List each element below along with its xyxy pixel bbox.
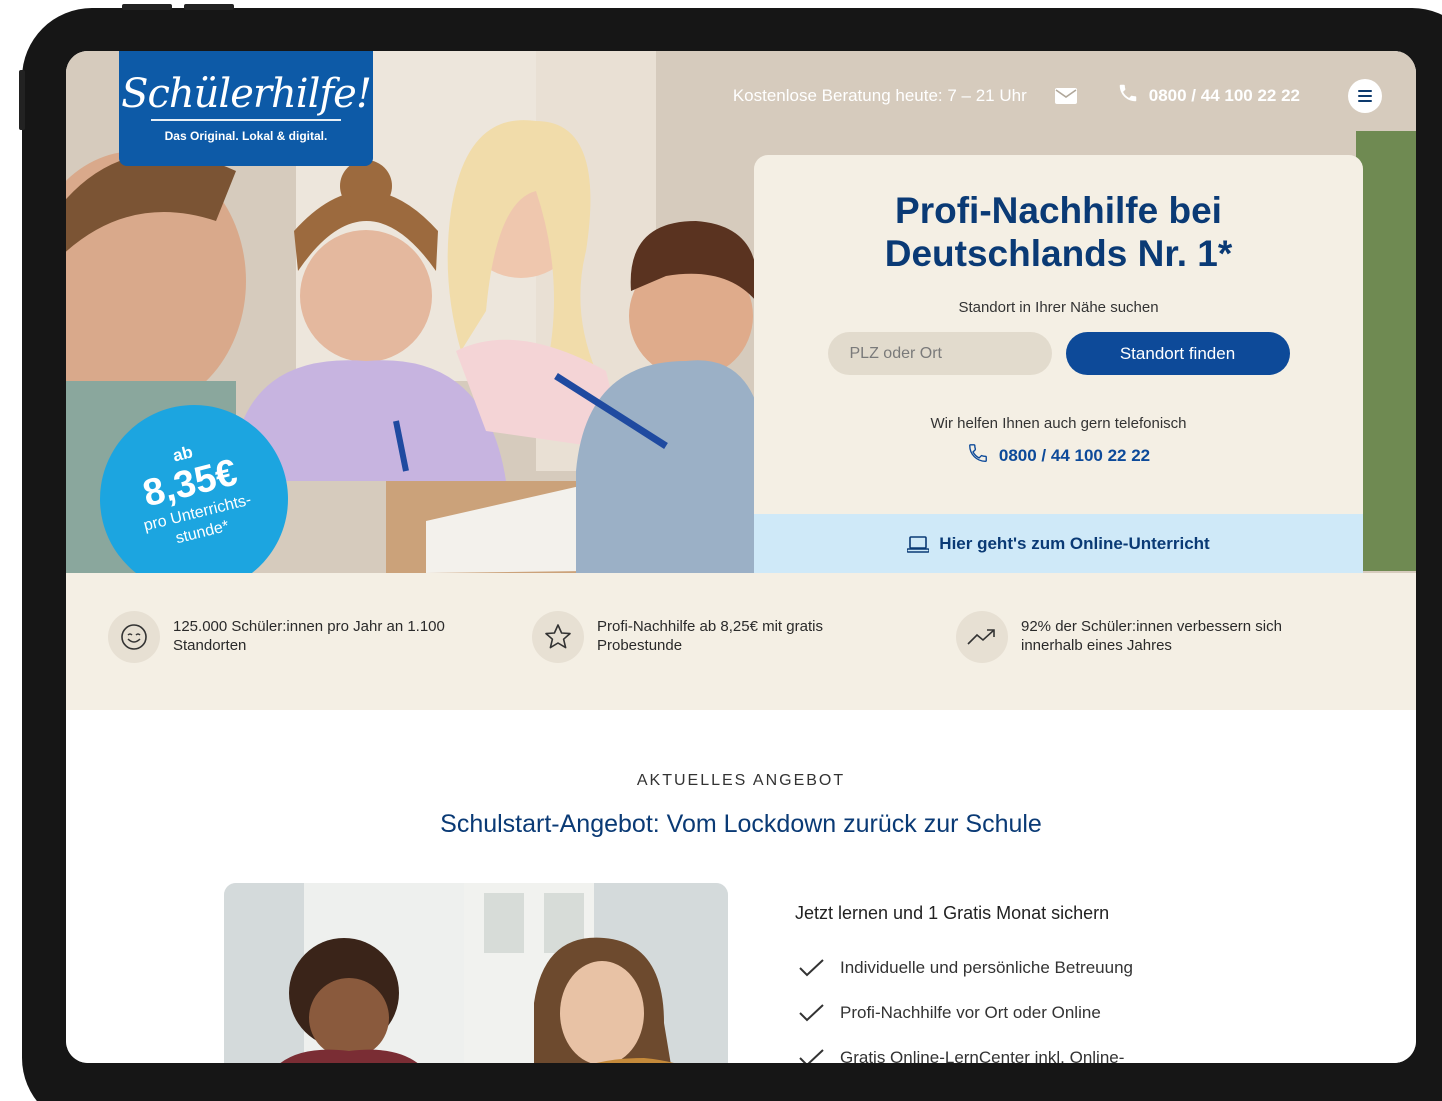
feature-text: 125.000 Schüler:innen pro Jahr an 1.100 …	[173, 618, 445, 654]
list-item: Profi-Nachhilfe vor Ort oder Online	[798, 990, 1133, 1035]
hero-section: Schülerhilfe! Das Original. Lokal & digi…	[66, 51, 1416, 573]
features-strip: 125.000 Schüler:innen pro Jahr an 1.100 …	[66, 573, 1416, 710]
help-phone-link[interactable]: 0800 / 44 100 22 22	[754, 442, 1363, 469]
top-contact-bar: Kostenlose Beratung heute: 7 – 21 Uhr 08…	[733, 79, 1416, 113]
tablet-button	[184, 4, 234, 10]
tablet-screen: Schülerhilfe! Das Original. Lokal & digi…	[66, 51, 1416, 1063]
online-lesson-label: Hier geht's zum Online-Unterricht	[939, 533, 1210, 553]
benefit-text: Individuelle und persönliche Betreuung	[840, 957, 1133, 977]
offer-title: Schulstart-Angebot: Vom Lockdown zurück …	[440, 810, 1042, 838]
mail-icon[interactable]	[1054, 88, 1077, 104]
phone-outline-icon	[967, 442, 989, 469]
consult-hours-text: Kostenlose Beratung heute: 7 – 21 Uhr	[732, 86, 1027, 105]
feature-text: Profi-Nachhilfe ab 8,25€ mit gratis Prob…	[597, 618, 823, 654]
logo-tagline: Das Original. Lokal & digital.	[164, 129, 328, 143]
laptop-icon	[906, 536, 930, 553]
offer-list-title: Jetzt lernen und 1 Gratis Monat sichern	[795, 903, 1110, 923]
offer-section: AKTUELLES ANGEBOT Schulstart-Angebot: Vo…	[66, 710, 1416, 1063]
star-icon	[532, 611, 584, 663]
location-search-card: Profi-Nachhilfe bei Deutschlands Nr. 1* …	[754, 155, 1363, 573]
phone-icon	[1117, 82, 1139, 110]
tablet-button	[19, 70, 25, 130]
feature-item: 125.000 Schüler:innen pro Jahr an 1.100 …	[108, 611, 532, 710]
header-phone-number: 0800 / 44 100 22 22	[1148, 86, 1300, 105]
logo-wordmark: Schülerhilfe!	[119, 51, 373, 121]
search-row: Standort finden	[754, 332, 1363, 375]
location-search-input[interactable]	[827, 332, 1052, 375]
page: Schülerhilfe! Das Original. Lokal & digi…	[0, 0, 1442, 1101]
checkmark-icon	[798, 958, 826, 978]
hamburger-menu-icon[interactable]	[1348, 79, 1382, 113]
checkmark-icon	[798, 1048, 826, 1063]
header-phone-link[interactable]: 0800 / 44 100 22 22	[1117, 82, 1300, 110]
offer-eyebrow: AKTUELLES ANGEBOT	[636, 772, 846, 789]
benefit-text: Profi-Nachhilfe vor Ort oder Online	[840, 1002, 1101, 1022]
tablet-button	[122, 4, 172, 10]
benefit-text: Gratis Online-LernCenter inkl. Online-	[840, 1047, 1125, 1064]
offer-benefits-list: Individuelle und persönliche Betreuung P…	[798, 945, 1133, 1063]
feature-item: 92% der Schüler:innen verbessern sich in…	[956, 611, 1380, 710]
trend-up-icon	[956, 611, 1008, 663]
logo[interactable]: Schülerhilfe! Das Original. Lokal & digi…	[119, 51, 373, 166]
feature-text: 92% der Schüler:innen verbessern sich in…	[1021, 618, 1282, 654]
hero-title: Profi-Nachhilfe bei Deutschlands Nr. 1*	[884, 190, 1233, 274]
help-phone-number: 0800 / 44 100 22 22	[998, 445, 1151, 465]
checkmark-icon	[798, 1003, 826, 1023]
feature-item: Profi-Nachhilfe ab 8,25€ mit gratis Prob…	[532, 611, 956, 710]
smiley-icon	[108, 611, 160, 663]
list-item: Individuelle und persönliche Betreuung	[798, 945, 1133, 990]
online-lesson-link[interactable]: Hier geht's zum Online-Unterricht	[754, 514, 1363, 573]
find-location-button[interactable]: Standort finden	[1065, 332, 1290, 375]
search-label: Standort in Ihrer Nähe suchen	[958, 299, 1159, 316]
offer-photo	[224, 883, 728, 1063]
list-item: Gratis Online-LernCenter inkl. Online-	[798, 1035, 1133, 1063]
phone-help-text: Wir helfen Ihnen auch gern telefonisch	[930, 415, 1187, 432]
